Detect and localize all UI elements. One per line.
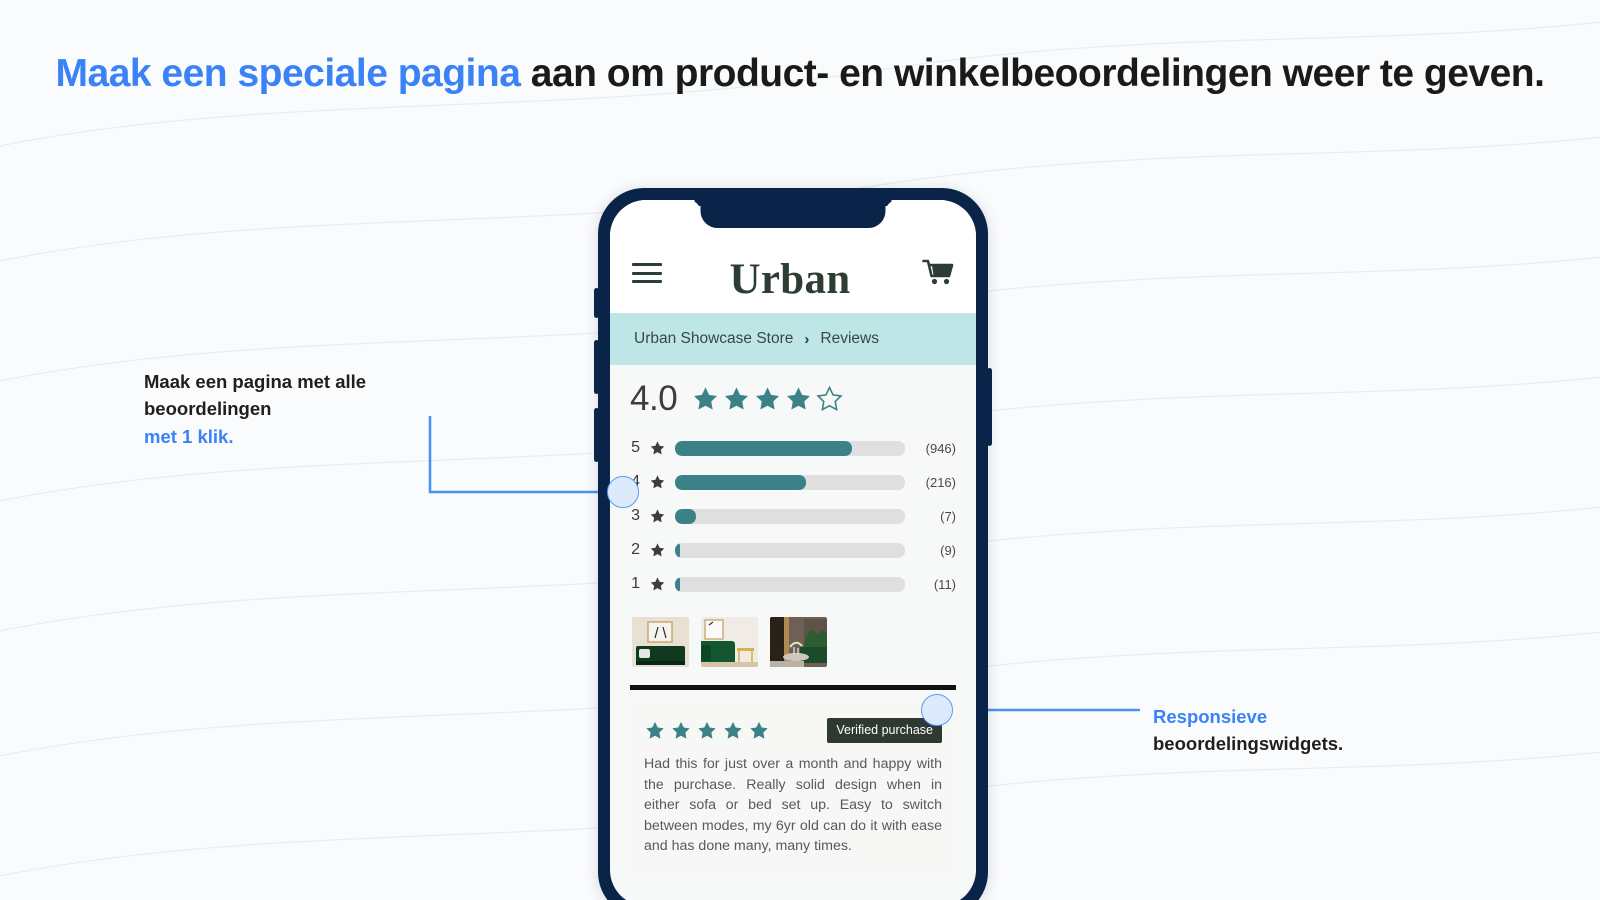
star-filled-icon bbox=[646, 721, 664, 739]
chevron-right-icon: › bbox=[804, 330, 810, 348]
annotation-left-line1: Maak een pagina met alle bbox=[144, 371, 367, 392]
star-filled-icon bbox=[650, 576, 665, 590]
star-filled-icon bbox=[750, 721, 768, 739]
star-filled-icon bbox=[650, 440, 665, 454]
verified-purchase-badge: Verified purchase bbox=[827, 718, 942, 743]
page-title: Maak een speciale pagina aan om product-… bbox=[0, 48, 1600, 99]
star-filled-icon bbox=[724, 721, 742, 739]
page-root: Maak een speciale pagina aan om product-… bbox=[0, 0, 1600, 900]
star-filled-icon bbox=[787, 386, 811, 410]
average-score-stars bbox=[691, 385, 844, 414]
histogram-count-label: (946) bbox=[925, 440, 956, 456]
phone-volume-down-button bbox=[594, 408, 599, 462]
phone-volume-up-button bbox=[594, 340, 599, 394]
page-title-rest: aan om product- en winkelbeoordelingen w… bbox=[520, 52, 1545, 95]
histogram-bar-fill bbox=[675, 542, 680, 558]
star-filled-icon bbox=[650, 474, 665, 488]
histogram-row[interactable]: 1 (11) bbox=[630, 567, 956, 601]
histogram-star-level: 2 bbox=[631, 541, 640, 558]
star-filled-icon bbox=[756, 386, 780, 410]
rating-histogram: 5 (946) 4(216) 3 (7) 2 (9) 1 (11) bbox=[630, 431, 956, 601]
annotation-right: Responsieve beoordelingswidgets. bbox=[1153, 703, 1483, 758]
review-card: Verified purchase Had this for just over… bbox=[628, 704, 958, 875]
star-filled-icon bbox=[650, 542, 665, 556]
histogram-bar-fill bbox=[675, 508, 696, 524]
histogram-count-label: (11) bbox=[933, 576, 956, 592]
histogram-bar-fill bbox=[675, 440, 853, 456]
annotation-dot-left bbox=[607, 476, 639, 508]
histogram-count-label: (7) bbox=[940, 508, 956, 524]
phone-mockup: Urban Urban Showcase Store › Reviews 4.0… bbox=[594, 188, 992, 900]
star-filled-icon bbox=[725, 386, 749, 410]
histogram-row[interactable]: 2 (9) bbox=[630, 533, 956, 567]
phone-power-button bbox=[987, 368, 992, 446]
phone-notch bbox=[700, 200, 886, 228]
thumbnail-image[interactable] bbox=[770, 617, 827, 667]
average-score-row: 4.0 bbox=[630, 379, 956, 419]
histogram-row[interactable]: 4(216) bbox=[630, 465, 956, 499]
rating-summary: 4.0 5 (946) 4(216) 3 (7) 2 (9) 1 (11) bbox=[610, 365, 976, 605]
review-rating-stars bbox=[644, 720, 770, 742]
annotation-right-line2: beoordelingswidgets. bbox=[1153, 733, 1344, 755]
star-filled-icon bbox=[672, 721, 690, 739]
annotation-left-line2: beoordelingen bbox=[144, 398, 272, 420]
star-filled-icon bbox=[694, 386, 718, 410]
histogram-star-level: 3 bbox=[631, 507, 640, 524]
histogram-row[interactable]: 5 (946) bbox=[630, 431, 956, 465]
histogram-bar-track bbox=[675, 542, 905, 558]
phone-screen: Urban Urban Showcase Store › Reviews 4.0… bbox=[610, 200, 976, 900]
hamburger-icon[interactable] bbox=[632, 263, 662, 283]
page-title-highlight: Maak een speciale pagina bbox=[55, 52, 521, 95]
histogram-bar-track bbox=[675, 440, 905, 456]
star-outline-icon bbox=[816, 385, 843, 411]
breadcrumb-current: Reviews bbox=[820, 330, 879, 347]
review-card-header: Verified purchase bbox=[644, 718, 942, 743]
histogram-count-label: (9) bbox=[940, 542, 956, 558]
annotation-left-line3: met 1 klik. bbox=[144, 425, 234, 447]
thumbnail-image[interactable] bbox=[632, 617, 689, 667]
histogram-count-label: (216) bbox=[925, 474, 956, 490]
star-filled-icon bbox=[650, 508, 665, 522]
annotation-right-line1: Responsieve bbox=[1153, 706, 1268, 727]
star-filled-icon bbox=[698, 721, 716, 739]
breadcrumb-store-link[interactable]: Urban Showcase Store bbox=[634, 330, 793, 348]
histogram-bar-track bbox=[675, 576, 905, 592]
review-photo-thumbnails bbox=[610, 605, 976, 681]
histogram-bar-track bbox=[675, 474, 905, 490]
histogram-bar-fill bbox=[675, 576, 680, 592]
histogram-row[interactable]: 3 (7) bbox=[630, 499, 956, 533]
annotation-left: Maak een pagina met alle beoordelingen m… bbox=[144, 368, 444, 450]
review-body-text: Had this for just over a month and happy… bbox=[644, 756, 942, 855]
histogram-star-level: 5 bbox=[631, 439, 640, 456]
annotation-dot-right bbox=[921, 694, 953, 726]
histogram-star-level: 1 bbox=[631, 575, 640, 592]
average-score-value: 4.0 bbox=[630, 379, 678, 418]
phone-silent-switch bbox=[594, 288, 599, 318]
histogram-bar-fill bbox=[675, 474, 807, 490]
shopping-cart-icon[interactable] bbox=[918, 259, 954, 287]
histogram-bar-track bbox=[675, 508, 905, 524]
section-divider bbox=[630, 685, 956, 690]
thumbnail-image[interactable] bbox=[701, 617, 758, 667]
store-brand-logo: Urban bbox=[729, 256, 851, 303]
breadcrumb: Urban Showcase Store › Reviews bbox=[610, 313, 976, 365]
